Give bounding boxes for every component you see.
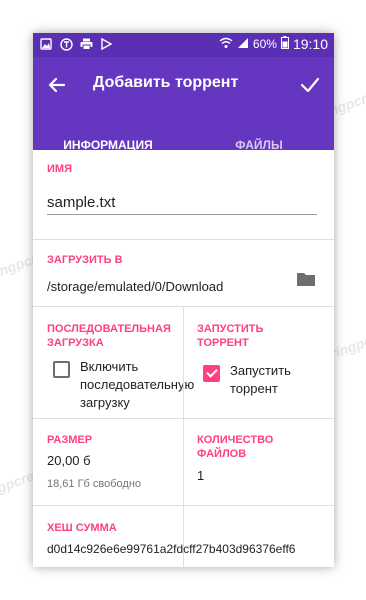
name-input[interactable]: sample.txt <box>47 194 115 211</box>
files-count-label: КОЛИЧЕСТВО ФАЙЛОВ <box>197 434 274 460</box>
name-input-underline <box>47 214 317 215</box>
notification-icons <box>39 37 113 51</box>
size-value: 20,00 б <box>47 453 91 468</box>
signal-icon <box>237 37 249 52</box>
wifi-icon <box>219 37 233 52</box>
sequential-download-checkbox[interactable] <box>53 361 70 378</box>
app-toolbar: Добавить торрент <box>33 57 334 113</box>
hash-value: d0d14c926e6e99761a2fdcff27b403d96376eff6 <box>47 542 296 556</box>
start-torrent-checkbox[interactable] <box>203 365 220 382</box>
play-store-icon <box>99 37 113 51</box>
divider <box>33 418 334 419</box>
screenshot-frame: Soringpcrepair.com Soringpcrepair.com So… <box>0 0 366 600</box>
confirm-check-icon[interactable] <box>296 71 324 99</box>
sequential-download-label: ПОСЛЕДОВАТЕЛЬНАЯ ЗАГРУЗКА <box>47 322 177 350</box>
divider <box>33 239 334 240</box>
name-label: ИМЯ <box>47 163 72 175</box>
sequential-download-label-text: ПОСЛЕДОВАТЕЛЬНАЯ ЗАГРУЗКА <box>47 323 171 349</box>
battery-icon <box>280 36 289 52</box>
start-torrent-checkbox-label: Запустить торрент <box>230 363 291 396</box>
divider <box>183 306 184 567</box>
page-title: Добавить торрент <box>93 74 239 91</box>
sequential-download-checkbox-label: Включить последовательную загрузку <box>80 359 195 410</box>
divider <box>33 505 334 506</box>
files-count-value: 1 <box>197 468 205 483</box>
image-icon <box>39 37 53 51</box>
download-path-label: ЗАГРУЗИТЬ В <box>47 254 123 266</box>
free-space-value: 18,61 Гб свободно <box>47 478 142 490</box>
status-bar: 60% 19:10 <box>33 33 334 57</box>
system-status: 60% 19:10 <box>219 36 328 52</box>
battery-percent: 60% <box>252 37 277 51</box>
torrent-icon <box>59 37 73 51</box>
hash-label: ХЕШ СУММА <box>47 522 117 534</box>
folder-icon[interactable] <box>295 268 317 290</box>
phone-screen: 60% 19:10 Добавить торрент ИНФОРМАЦИЯ ФА… <box>33 33 334 567</box>
start-torrent-checkbox-row[interactable]: Запустить торрент <box>203 362 323 398</box>
clock: 19:10 <box>292 36 328 52</box>
info-content: ИМЯ sample.txt ЗАГРУЗИТЬ В /storage/emul… <box>33 150 334 567</box>
sequential-download-checkbox-row[interactable]: Включить последовательную загрузку <box>53 358 194 412</box>
back-arrow-icon[interactable] <box>43 71 71 99</box>
printer-icon <box>79 37 93 51</box>
size-label: РАЗМЕР <box>47 434 93 446</box>
download-path-value[interactable]: /storage/emulated/0/Download <box>47 279 223 294</box>
start-torrent-label: ЗАПУСТИТЬ ТОРРЕНТ <box>197 323 264 349</box>
